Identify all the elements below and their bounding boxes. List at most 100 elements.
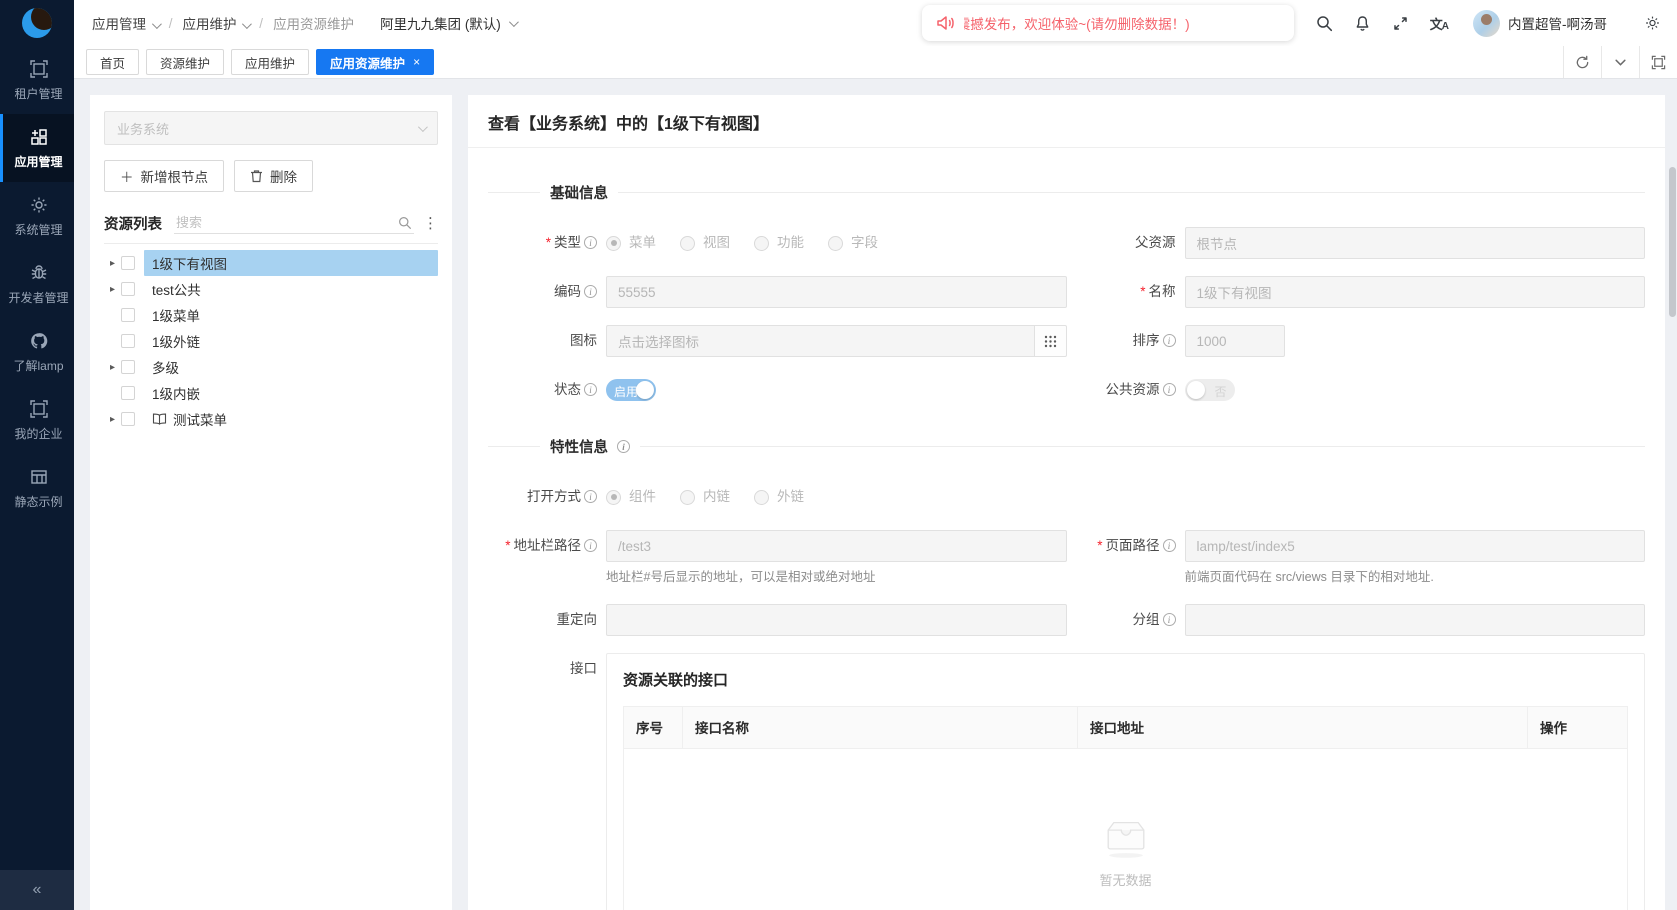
detail-form: 基础信息 *类型i 菜单 视图 功能 字段 父资源 — [468, 148, 1665, 910]
info-icon: i — [617, 440, 630, 453]
sidebar-item-static-demo[interactable]: 静态示例 — [0, 454, 74, 522]
sidebar-item-lamp[interactable]: 了解lamp — [0, 318, 74, 386]
tree-node-label[interactable]: 1级菜单 — [144, 302, 438, 328]
public-resource-toggle[interactable]: 否 — [1185, 379, 1235, 401]
tree-checkbox[interactable] — [121, 308, 135, 322]
tree-node[interactable]: ▸ 多级 — [104, 354, 438, 380]
tree-checkbox[interactable] — [121, 412, 135, 426]
parent-resource-input[interactable]: 根节点 — [1185, 227, 1646, 259]
tree-node[interactable]: ▸ 测试菜单 — [104, 406, 438, 432]
radio-inner-link[interactable]: 内链 — [680, 481, 730, 513]
add-root-node-button[interactable]: ＋ 新增根节点 — [104, 160, 224, 192]
page-path-input[interactable]: lamp/test/index5 — [1185, 530, 1646, 562]
tree-checkbox[interactable] — [121, 256, 135, 270]
breadcrumb-app-management[interactable]: 应用管理 — [92, 13, 159, 33]
code-input[interactable]: 55555 — [606, 276, 1067, 308]
tree-node[interactable]: ▸ 1级下有视图 — [104, 250, 438, 276]
tree-node[interactable]: 1级外链 — [104, 328, 438, 354]
tree-node-label[interactable]: 多级 — [144, 354, 438, 380]
bell-icon[interactable] — [1354, 15, 1371, 32]
settings-gear-icon[interactable] — [1644, 15, 1661, 32]
caret-icon[interactable]: ▸ — [104, 258, 121, 269]
tree-node[interactable]: ▸ test公共 — [104, 276, 438, 302]
vertical-scrollbar[interactable] — [1669, 167, 1676, 910]
radio-dot — [606, 490, 621, 505]
info-icon: i — [1163, 383, 1176, 396]
tree-node-label[interactable]: 1级外链 — [144, 328, 438, 354]
chevron-down-icon — [152, 19, 162, 29]
radio-outer-link[interactable]: 外链 — [754, 481, 804, 513]
tree-node-label[interactable]: 1级内嵌 — [144, 380, 438, 406]
name-input[interactable]: 1级下有视图 — [1185, 276, 1646, 308]
section-feature-info: 特性信息i — [488, 436, 1645, 457]
api-table-header: 序号 接口名称 接口地址 操作 — [624, 707, 1627, 749]
sidebar-item-tenant[interactable]: 租户管理 — [0, 46, 74, 114]
refresh-icon[interactable] — [1563, 46, 1601, 78]
caret-icon[interactable]: ▸ — [104, 414, 121, 425]
radio-menu[interactable]: 菜单 — [606, 227, 656, 259]
caret-icon[interactable]: ▸ — [104, 284, 121, 295]
tab-app-maintenance[interactable]: 应用维护 — [231, 49, 309, 75]
user-menu[interactable]: 内置超管-啊汤哥 — [1473, 10, 1607, 37]
delete-button[interactable]: 删除 — [234, 160, 313, 192]
chevron-down-icon — [242, 19, 252, 29]
expand-icon[interactable] — [1639, 46, 1677, 78]
more-options-icon[interactable]: ⋮ — [423, 214, 438, 232]
radio-component[interactable]: 组件 — [606, 481, 656, 513]
type-radio-group: 菜单 视图 功能 字段 — [606, 227, 1067, 259]
sidebar-collapse-button[interactable]: « — [0, 870, 74, 910]
scrollbar-thumb[interactable] — [1669, 167, 1676, 317]
sidebar-item-system[interactable]: 系统管理 — [0, 182, 74, 250]
app-sidebar: 租户管理 应用管理 系统管理 开发者管理 了解lamp 我的企业 — [0, 0, 74, 910]
tree-search[interactable] — [174, 212, 414, 234]
info-icon: i — [1163, 613, 1176, 626]
sidebar-item-enterprise[interactable]: 我的企业 — [0, 386, 74, 454]
search-icon[interactable] — [1316, 15, 1333, 32]
announcement-banner[interactable]: 震撼发布，欢迎体验~(请勿删除数据！) — [922, 5, 1294, 41]
tab-resource-maintenance[interactable]: 资源维护 — [146, 49, 224, 75]
icon-input[interactable]: 点击选择图标 — [606, 325, 1034, 357]
tree-node-label[interactable]: 测试菜单 — [144, 406, 438, 432]
state-toggle[interactable]: 启用 — [606, 379, 656, 401]
breadcrumb-app-maintenance[interactable]: 应用维护 — [183, 13, 250, 33]
caret-icon[interactable]: ▸ — [104, 362, 121, 373]
tab-home[interactable]: 首页 — [86, 49, 139, 75]
sort-input[interactable]: 1000 — [1185, 325, 1285, 357]
radio-dot — [754, 490, 769, 505]
tree-toolbar: ＋ 新增根节点 删除 — [104, 160, 438, 192]
radio-field[interactable]: 字段 — [828, 227, 878, 259]
radio-dot — [828, 236, 843, 251]
business-system-select[interactable]: 业务系统 — [104, 111, 438, 145]
tree-node-label[interactable]: 1级下有视图 — [144, 250, 438, 276]
sidebar-item-application[interactable]: 应用管理 — [0, 114, 74, 182]
tree-checkbox[interactable] — [121, 386, 135, 400]
translate-icon[interactable]: 文A — [1430, 14, 1448, 33]
tree-checkbox[interactable] — [121, 334, 135, 348]
group-input[interactable] — [1185, 604, 1646, 636]
table-icon — [5, 467, 72, 487]
tree-search-input[interactable] — [176, 215, 398, 230]
tree-node[interactable]: 1级菜单 — [104, 302, 438, 328]
tree-node-label[interactable]: test公共 — [144, 276, 438, 302]
url-path-hint: 地址栏#号后显示的地址，可以是相对或绝对地址 — [606, 569, 1067, 587]
fullscreen-icon[interactable] — [1392, 15, 1409, 32]
radio-function[interactable]: 功能 — [754, 227, 804, 259]
sidebar-item-developer[interactable]: 开发者管理 — [0, 250, 74, 318]
tree-checkbox[interactable] — [121, 360, 135, 374]
tenant-selector[interactable]: 阿里九九集团 (默认) — [380, 13, 516, 33]
required-mark: * — [546, 235, 551, 250]
radio-view[interactable]: 视图 — [680, 227, 730, 259]
icon-picker-button[interactable] — [1034, 325, 1067, 357]
redirect-input[interactable] — [606, 604, 1067, 636]
close-icon[interactable]: × — [413, 55, 420, 69]
app-logo[interactable] — [0, 0, 74, 46]
sidebar-item-label: 租户管理 — [5, 85, 72, 102]
tree-node[interactable]: 1级内嵌 — [104, 380, 438, 406]
chevron-down-icon[interactable] — [1601, 46, 1639, 78]
user-avatar — [1473, 10, 1500, 37]
field-group: 分组i — [1067, 604, 1646, 636]
detail-panel: 查看【业务系统】中的【1级下有视图】 基础信息 *类型i 菜单 视图 功能 — [468, 95, 1665, 910]
tree-checkbox[interactable] — [121, 282, 135, 296]
tab-app-resource-maintenance[interactable]: 应用资源维护 × — [316, 49, 434, 75]
url-path-input[interactable]: /test3 — [606, 530, 1067, 562]
